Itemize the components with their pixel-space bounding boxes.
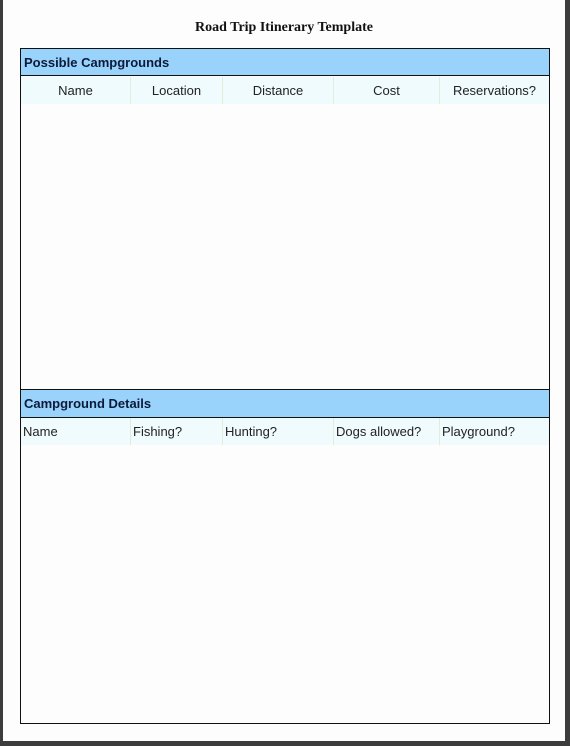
column-header-name: Name <box>21 77 131 104</box>
column-header-playground: Playground? <box>442 424 515 439</box>
column-header-cost: Cost <box>334 77 440 104</box>
column-header-row: Name Fishing? Hunting? Dogs allowed? Pla… <box>21 418 549 445</box>
column-header-reservations: Reservations? <box>452 83 537 98</box>
section-header-campground-details: Campground Details <box>21 389 549 418</box>
details-entry-area[interactable] <box>21 445 549 723</box>
document-title: Road Trip Itinerary Template <box>195 20 373 35</box>
column-header-fishing: Fishing? <box>131 418 223 445</box>
itinerary-table: Possible Campgrounds Name Location Dista… <box>20 48 550 724</box>
column-header-dogs-allowed: Dogs allowed? <box>334 418 440 445</box>
campgrounds-entry-area[interactable] <box>21 104 549 389</box>
section-header-possible-campgrounds: Possible Campgrounds <box>21 49 549 76</box>
column-header-row: Name Location Distance Cost Reservations… <box>21 77 549 104</box>
column-header-hunting: Hunting? <box>223 418 334 445</box>
column-header-name: Name <box>21 418 131 445</box>
column-header-distance: Distance <box>223 77 334 104</box>
column-header-location: Location <box>131 77 223 104</box>
document-page: Road Trip Itinerary Template Possible Ca… <box>3 0 565 741</box>
